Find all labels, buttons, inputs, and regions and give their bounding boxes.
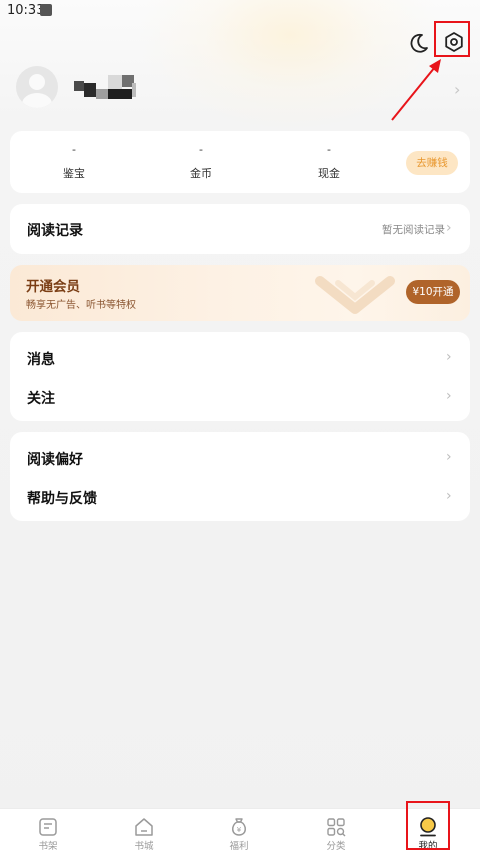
home-icon <box>135 818 153 836</box>
money-bag-icon: ¥ <box>232 818 246 836</box>
asset-value: - <box>327 143 331 156</box>
menu-item-help-feedback[interactable]: 帮助与反馈 › <box>10 476 470 521</box>
asset-label: 现金 <box>318 167 340 180</box>
chevron-right-icon: › <box>446 388 452 404</box>
settings-highlight-box <box>434 21 470 57</box>
chevron-right-icon: › <box>446 220 452 236</box>
menu-label: 帮助与反馈 <box>27 491 97 507</box>
username-pixelated <box>74 75 154 99</box>
tab-label: 福利 <box>229 841 249 852</box>
messages-card: 消息 › 关注 › <box>10 332 470 421</box>
tab-category[interactable]: 分类 <box>306 809 366 853</box>
vip-title: 开通会员 <box>26 279 80 295</box>
chevron-right-icon: › <box>446 449 452 465</box>
assets-card: - 鉴宝 - 金币 - 现金 去赚钱 <box>10 131 470 193</box>
asset-cash[interactable]: - 现金 <box>289 143 369 181</box>
preferences-card: 阅读偏好 › 帮助与反馈 › <box>10 432 470 521</box>
status-bar: 10:33 <box>0 0 480 22</box>
profile-row[interactable]: › <box>14 66 466 110</box>
svg-text:¥: ¥ <box>237 826 242 834</box>
avatar[interactable] <box>16 66 58 108</box>
tab-bookshelf[interactable]: 书架 <box>18 809 78 853</box>
chevron-right-icon: › <box>446 488 452 504</box>
moon-icon <box>410 33 428 53</box>
history-title: 阅读记录 <box>27 223 83 239</box>
tab-label: 分类 <box>326 841 346 852</box>
asset-value: - <box>72 143 76 156</box>
vip-banner[interactable]: 开通会员 畅享无广告、听书等特权 ¥10开通 <box>10 265 470 321</box>
menu-item-messages[interactable]: 消息 › <box>10 332 470 376</box>
tab-bookstore[interactable]: 书城 <box>114 809 174 853</box>
chevron-right-icon: › <box>454 80 461 99</box>
menu-label: 阅读偏好 <box>27 452 83 468</box>
status-time: 10:33 <box>7 3 45 18</box>
asset-label: 金币 <box>190 167 212 180</box>
vip-watermark-icon <box>315 276 395 314</box>
reading-history-row[interactable]: 阅读记录 暂无阅读记录 › <box>10 204 470 254</box>
tab-label: 书城 <box>134 841 154 852</box>
vip-activate-button[interactable]: ¥10开通 <box>406 280 460 304</box>
menu-label: 关注 <box>27 391 55 407</box>
asset-label: 鉴宝 <box>63 167 85 180</box>
menu-label: 消息 <box>27 352 55 368</box>
earn-money-button[interactable]: 去赚钱 <box>406 151 458 175</box>
vip-subtitle: 畅享无广告、听书等特权 <box>26 300 136 311</box>
notification-icon <box>40 4 52 16</box>
asset-value: - <box>199 143 203 156</box>
bookshelf-icon <box>39 818 57 836</box>
tab-label: 书架 <box>38 841 58 852</box>
asset-jianbao[interactable]: - 鉴宝 <box>34 143 114 181</box>
menu-item-following[interactable]: 关注 › <box>10 376 470 421</box>
history-status: 暂无阅读记录 <box>382 224 445 236</box>
tab-welfare[interactable]: ¥ 福利 <box>209 809 269 853</box>
chevron-right-icon: › <box>446 349 452 365</box>
asset-coins[interactable]: - 金币 <box>161 143 241 181</box>
menu-item-reading-preference[interactable]: 阅读偏好 › <box>10 432 470 476</box>
tab-highlight-box <box>406 801 450 850</box>
category-grid-icon <box>327 818 346 837</box>
night-mode-button[interactable] <box>407 31 431 55</box>
profile-screen: 10:33 › - 鉴宝 - 金币 - 现金 去赚钱 阅读记录 暂无阅读记录 ›… <box>0 0 480 853</box>
